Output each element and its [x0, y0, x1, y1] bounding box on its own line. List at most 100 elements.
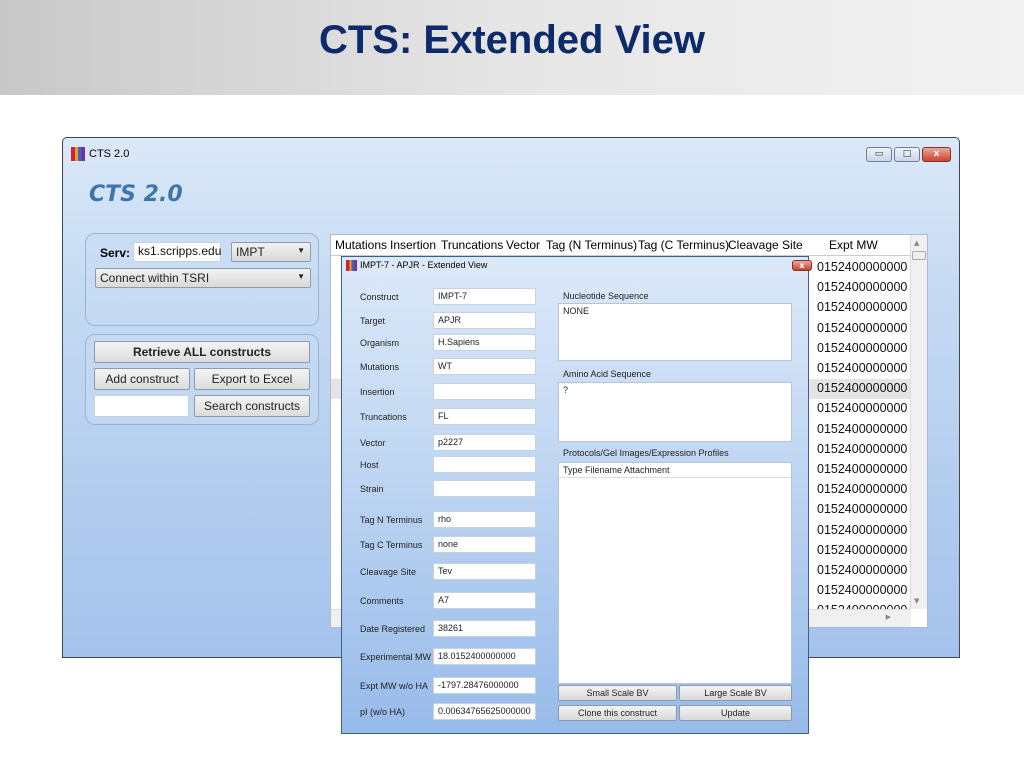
small-scale-bv-button[interactable]: Small Scale BV: [558, 685, 677, 701]
field-label: Vector: [360, 438, 386, 448]
expt-mw-cell: 0152400000000: [817, 401, 908, 416]
close-button[interactable]: x: [922, 147, 951, 162]
field-input[interactable]: WT: [433, 358, 536, 375]
field-label: Cleavage Site: [360, 567, 417, 577]
scroll-down-icon[interactable]: ▼: [914, 597, 919, 605]
expt-mw-cell: 0152400000000: [817, 300, 908, 315]
update-button[interactable]: Update: [679, 705, 792, 721]
chevron-down-icon: ▼: [297, 246, 305, 255]
field-label: Comments: [360, 596, 404, 606]
slide-title: CTS: Extended View: [318, 18, 705, 62]
amino-acid-textarea[interactable]: ?: [558, 382, 792, 442]
field-label: Truncations: [360, 412, 407, 422]
server-input[interactable]: ks1.scripps.edu: [133, 242, 221, 262]
search-input[interactable]: [94, 395, 189, 417]
expt-mw-cell: 0152400000000: [817, 542, 908, 557]
field-input[interactable]: Tev: [433, 563, 536, 580]
field-label: Experimental MW: [360, 652, 432, 662]
app-icon: [71, 147, 85, 161]
minimize-button[interactable]: ▭: [866, 147, 892, 162]
field-label: pI (w/o HA): [360, 707, 406, 717]
column-header[interactable]: Tag (N Terminus): [546, 238, 637, 252]
expt-mw-cell: 0152400000000: [817, 280, 908, 295]
scroll-right-icon[interactable]: ▶: [886, 613, 891, 621]
actions-panel: Retrieve ALL constructs Add construct Ex…: [85, 334, 319, 425]
field-input[interactable]: [433, 383, 536, 400]
protocols-label: Protocols/Gel Images/Expression Profiles: [563, 448, 729, 458]
field-label: Tag N Terminus: [360, 515, 423, 525]
field-input[interactable]: APJR: [433, 312, 536, 329]
clone-construct-button[interactable]: Clone this construct: [558, 705, 677, 721]
field-input[interactable]: [433, 480, 536, 497]
database-select[interactable]: IMPT ▼: [231, 242, 311, 262]
field-input[interactable]: A7: [433, 592, 536, 609]
maximize-button[interactable]: □: [894, 147, 920, 162]
column-header[interactable]: Cleavage Site: [728, 238, 803, 252]
expt-mw-cell: 0152400000000: [817, 502, 908, 517]
expt-mw-cell: 0152400000000: [817, 522, 908, 537]
scroll-thumb[interactable]: [912, 251, 926, 260]
large-scale-bv-button[interactable]: Large Scale BV: [679, 685, 792, 701]
field-input[interactable]: H.Sapiens: [433, 334, 536, 351]
expt-mw-cell: 0152400000000: [817, 482, 908, 497]
server-label: Serv:: [100, 246, 131, 260]
field-input[interactable]: [433, 456, 536, 473]
connection-select[interactable]: Connect within TSRI ▼: [95, 268, 311, 288]
field-label: Expt MW w/o HA: [360, 681, 429, 691]
scroll-up-icon[interactable]: ▲: [914, 239, 919, 247]
chevron-down-icon: ▼: [297, 272, 305, 281]
expt-mw-cell: 0152400000000: [817, 320, 908, 335]
column-header[interactable]: Expt MW: [829, 238, 878, 252]
dialog-close-button[interactable]: x: [792, 260, 812, 271]
connection-select-value: Connect within TSRI: [100, 271, 210, 285]
field-label: Construct: [360, 292, 399, 302]
field-label: Host: [360, 460, 379, 470]
search-constructs-button[interactable]: Search constructs: [194, 395, 310, 417]
amino-acid-label: Amino Acid Sequence: [563, 369, 652, 379]
expt-mw-cell: 0152400000000: [817, 361, 908, 375]
add-construct-button[interactable]: Add construct: [94, 368, 190, 390]
column-header[interactable]: Mutations: [335, 238, 387, 252]
export-excel-button[interactable]: Export to Excel: [194, 368, 310, 390]
protocols-list[interactable]: Type Filename Attachment: [558, 462, 792, 684]
field-input[interactable]: FL: [433, 408, 536, 425]
field-label: Target: [360, 316, 386, 326]
field-label: Strain: [360, 484, 384, 494]
field-input[interactable]: none: [433, 536, 536, 553]
column-header[interactable]: Vector: [506, 238, 540, 252]
field-label: Mutations: [360, 362, 400, 372]
expt-mw-cell: 0152400000000: [817, 421, 908, 436]
field-label: Insertion: [360, 387, 395, 397]
field-input[interactable]: p2227: [433, 434, 536, 451]
dialog-title: IMPT-7 - APJR - Extended View: [360, 260, 488, 270]
nucleotide-label: Nucleotide Sequence: [563, 291, 649, 301]
retrieve-all-button[interactable]: Retrieve ALL constructs: [94, 341, 310, 363]
field-input[interactable]: IMPT-7: [433, 288, 536, 305]
window-title: CTS 2.0: [89, 148, 130, 160]
field-input[interactable]: -1797.28476000000: [433, 677, 536, 694]
column-header[interactable]: Truncations: [441, 238, 503, 252]
field-label: Date Registered: [360, 624, 426, 634]
connection-panel: Serv: ks1.scripps.edu IMPT ▼ Connect with…: [85, 233, 319, 326]
field-input[interactable]: 18.0152400000000: [433, 648, 536, 665]
field-label: Organism: [360, 338, 400, 348]
column-header[interactable]: Tag (C Terminus): [638, 238, 729, 252]
app-icon: [346, 260, 357, 271]
expt-mw-cell: 0152400000000: [817, 441, 908, 456]
field-input[interactable]: 38261: [433, 620, 536, 637]
expt-mw-cell: 0152400000000: [817, 260, 908, 274]
expt-mw-cell: 0152400000000: [817, 563, 908, 577]
nucleotide-textarea[interactable]: NONE: [558, 303, 792, 361]
database-select-value: IMPT: [236, 245, 265, 259]
vertical-scrollbar[interactable]: ▲ ▼: [910, 235, 927, 609]
expt-mw-cell: 0152400000000: [817, 381, 908, 396]
field-label: Tag C Terminus: [360, 540, 423, 550]
grid-header: Mutations Insertion Truncations Vector T…: [331, 235, 911, 256]
field-input[interactable]: 0.00634765625000000: [433, 703, 536, 720]
app-heading: CTS 2.0: [89, 182, 183, 207]
column-header[interactable]: Insertion: [390, 238, 436, 252]
field-input[interactable]: rho: [433, 511, 536, 528]
protocols-list-header: Type Filename Attachment: [559, 463, 791, 478]
expt-mw-cell: 0152400000000: [817, 462, 908, 476]
extended-view-dialog: IMPT-7 - APJR - Extended View x Construc…: [341, 256, 812, 734]
